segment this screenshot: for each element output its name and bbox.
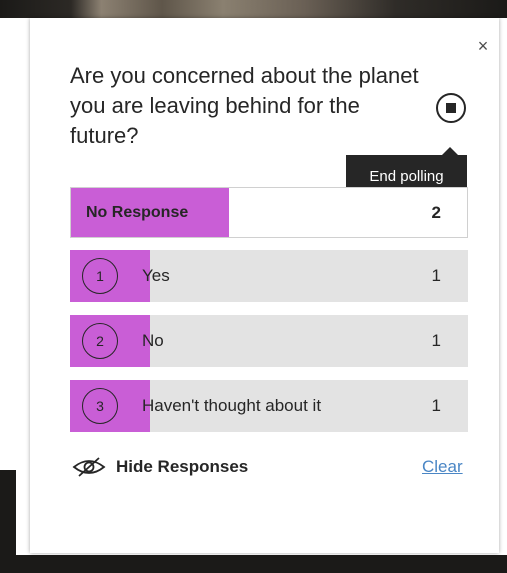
option-number: 1	[82, 258, 118, 294]
poll-question: Are you concerned about the planet you a…	[70, 63, 419, 148]
eye-slash-icon	[72, 457, 106, 477]
poll-option-row: 2 No 1	[70, 315, 468, 367]
close-icon[interactable]: ×	[473, 36, 493, 56]
background-bottom	[0, 555, 507, 573]
poll-option-row: 3 Haven't thought about it 1	[70, 380, 468, 432]
poll-option-row: 1 Yes 1	[70, 250, 468, 302]
option-count: 1	[431, 396, 441, 415]
hide-responses-label: Hide Responses	[116, 457, 249, 476]
stop-icon	[446, 103, 456, 113]
poll-dialog: × Are you concerned about the planet you…	[30, 18, 499, 553]
option-count: 1	[431, 266, 441, 285]
no-response-row: No Response 2	[70, 187, 468, 238]
option-number: 2	[82, 323, 118, 359]
hide-responses-button[interactable]: Hide Responses	[72, 455, 248, 479]
poll-results: No Response 2 1 Yes 1 2 No 1 3 Haven't t…	[70, 187, 468, 445]
option-number: 3	[82, 388, 118, 424]
no-response-count: 2	[431, 202, 441, 222]
background-video-strip	[0, 0, 507, 18]
end-polling-button[interactable]	[436, 93, 466, 123]
background-left	[0, 18, 16, 470]
no-response-label: No Response	[86, 203, 189, 221]
option-count: 1	[431, 331, 441, 350]
option-label: No	[142, 331, 164, 350]
clear-link[interactable]: Clear	[422, 455, 463, 479]
option-label: Yes	[142, 266, 170, 285]
option-label: Haven't thought about it	[142, 396, 322, 415]
